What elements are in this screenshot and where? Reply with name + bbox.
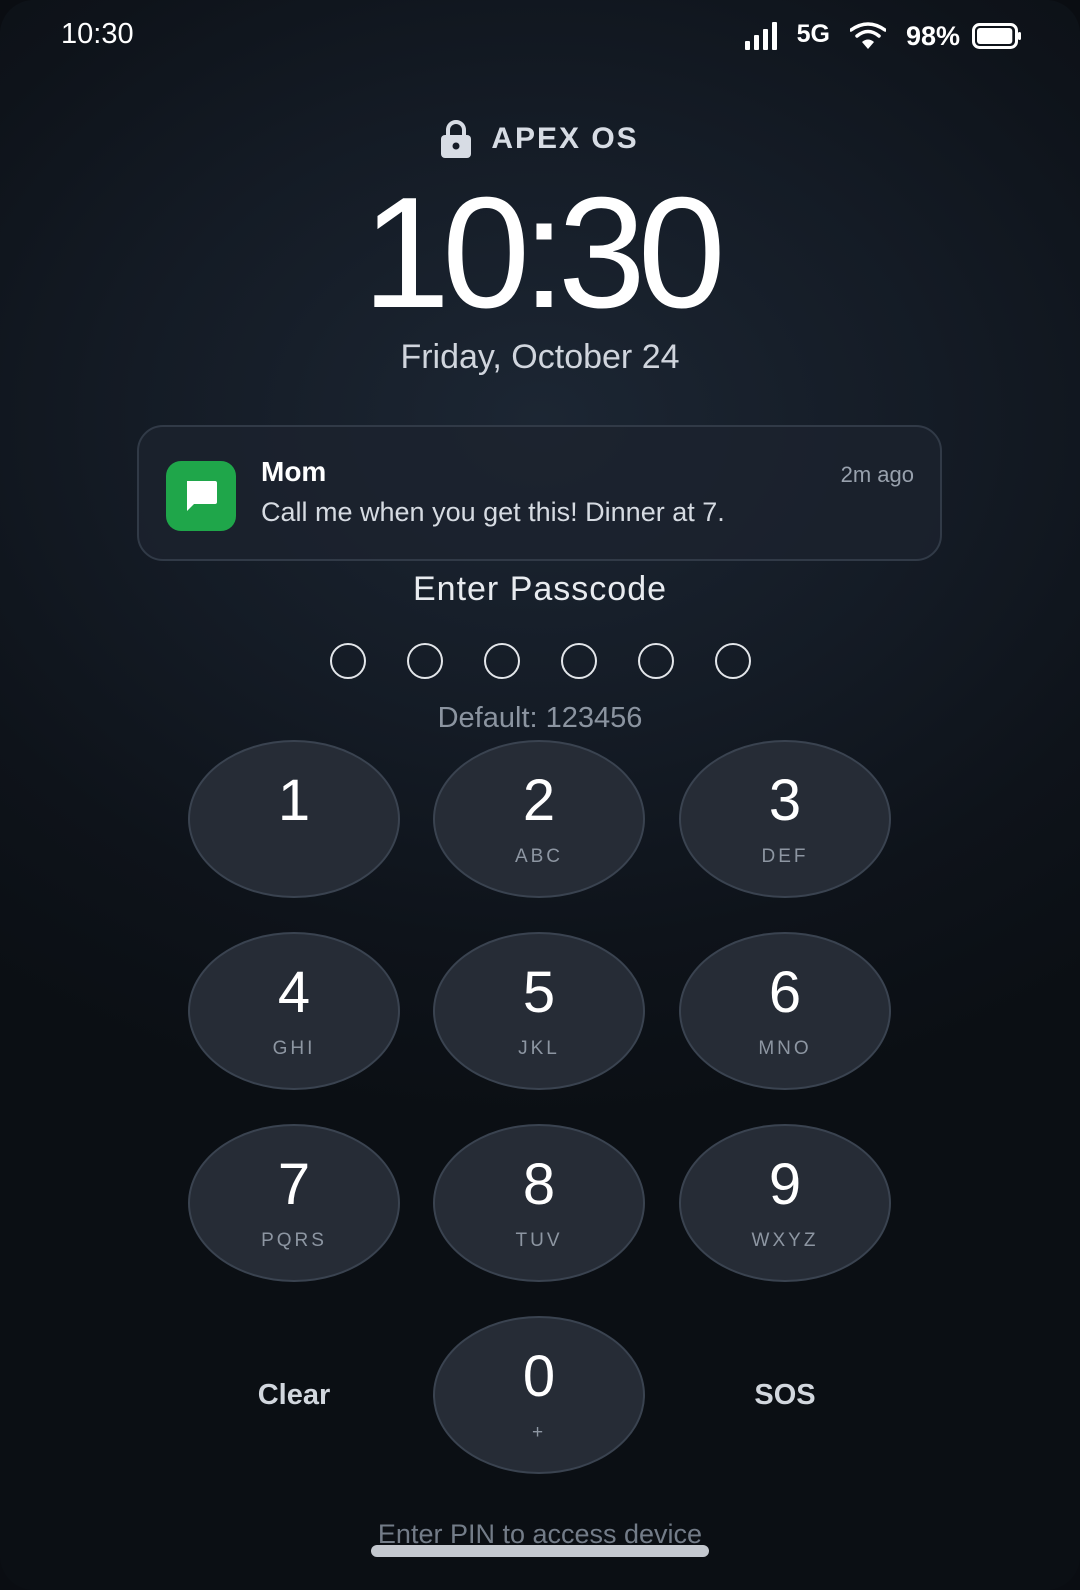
messages-app-icon [166, 461, 236, 531]
message-notification[interactable]: Mom 2m ago Call me when you get this! Di… [137, 425, 942, 561]
brand-name: APEX OS [491, 122, 639, 155]
key-6[interactable]: 6 MNO [679, 932, 891, 1090]
lock-date: Friday, October 24 [400, 338, 680, 376]
key-digit: 6 [768, 960, 802, 1025]
key-3[interactable]: 3 DEF [679, 740, 891, 898]
passcode-dot [406, 643, 443, 679]
key-1[interactable]: 1 [188, 740, 400, 898]
key-letters: + [531, 1422, 547, 1443]
passcode-dots [0, 643, 1080, 679]
key-digit: 4 [277, 960, 311, 1025]
key-4[interactable]: 4 GHI [188, 932, 400, 1090]
passcode-title: Enter Passcode [412, 570, 668, 608]
key-digit: 9 [768, 1152, 802, 1217]
key-digit: 7 [277, 1152, 311, 1217]
passcode-dot [560, 643, 597, 679]
key-letters: PQRS [261, 1230, 327, 1251]
key-0[interactable]: 0 + [433, 1316, 645, 1474]
passcode-hint: Default: 123456 [437, 702, 643, 734]
key-letters: MNO [758, 1038, 812, 1059]
sos-button[interactable]: SOS [679, 1316, 891, 1474]
key-digit: 5 [522, 960, 556, 1025]
notification-sender: Mom [261, 456, 327, 487]
lock-screen: 10:30 5G 98% APEX OS 10:30 Friday, Octob… [0, 0, 1080, 1590]
passcode-dot [329, 643, 366, 679]
key-digit: 8 [522, 1152, 556, 1217]
key-7[interactable]: 7 PQRS [188, 1124, 400, 1282]
passcode-dot [714, 643, 751, 679]
key-digit: 1 [277, 768, 311, 833]
chat-icon [187, 481, 217, 511]
battery-percentage: 98% [905, 20, 960, 51]
signal-icon [744, 22, 777, 50]
brand-header: APEX OS [0, 120, 1080, 158]
key-digit: 2 [522, 768, 556, 833]
lock-clock: 10:30 [362, 165, 725, 341]
key-letters: ABC [514, 846, 564, 867]
key-letters: JKL [518, 1038, 560, 1059]
key-letters: GHI [272, 1038, 316, 1059]
clear-button[interactable]: Clear [188, 1316, 400, 1474]
key-5[interactable]: 5 JKL [433, 932, 645, 1090]
passcode-dot [637, 643, 674, 679]
notification-time: 2m ago [840, 462, 914, 487]
wifi-icon [849, 22, 886, 49]
lock-icon [441, 120, 472, 158]
key-letters: DEF [761, 846, 809, 867]
key-letters: TUV [515, 1230, 563, 1251]
key-8[interactable]: 8 TUV [433, 1124, 645, 1282]
key-letters: WXYZ [751, 1230, 819, 1251]
status-time: 10:30 [61, 18, 134, 50]
key-2[interactable]: 2 ABC [433, 740, 645, 898]
key-digit: 0 [522, 1344, 556, 1409]
network-label: 5G [796, 19, 830, 48]
home-indicator[interactable] [371, 1545, 709, 1557]
notification-message: Call me when you get this! Dinner at 7. [261, 497, 725, 527]
passcode-dot [483, 643, 520, 679]
key-9[interactable]: 9 WXYZ [679, 1124, 891, 1282]
status-icons: 5G 98% [744, 16, 1022, 56]
key-digit: 3 [768, 768, 802, 833]
battery-icon [972, 23, 1021, 49]
